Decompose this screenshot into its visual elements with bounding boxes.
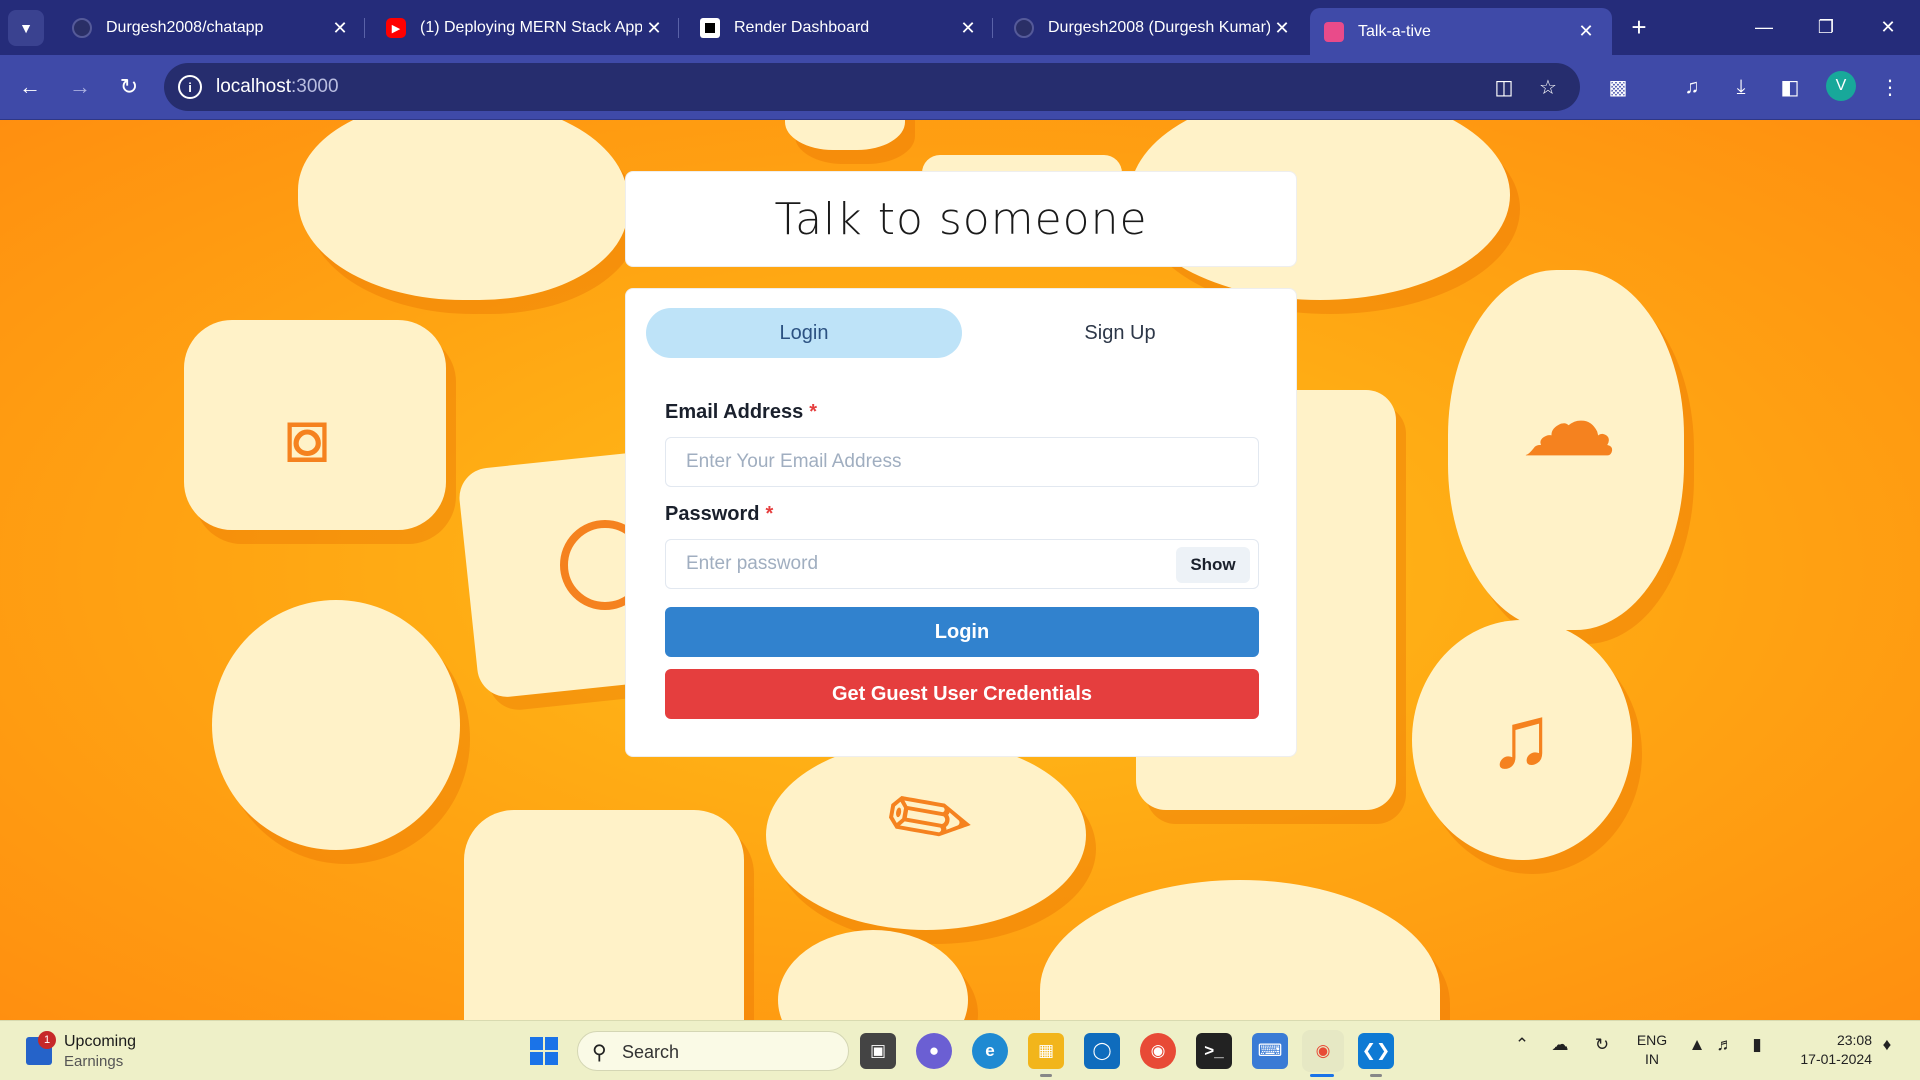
render-icon xyxy=(700,18,720,38)
windows-start-icon[interactable] xyxy=(526,1033,562,1069)
show-password-button[interactable]: Show xyxy=(1176,547,1250,583)
chat-icon xyxy=(1324,21,1344,42)
widgets-button[interactable]: 1 Upcoming Earnings xyxy=(26,1031,176,1073)
tab-label: Durgesh2008/chatapp xyxy=(106,19,264,36)
menu-icon[interactable]: ⋮ xyxy=(1874,71,1906,103)
back-icon[interactable]: ← xyxy=(12,69,48,105)
store-icon[interactable]: ◯ xyxy=(1084,1033,1120,1069)
tab-label: Talk-a-tive xyxy=(1358,22,1431,40)
required-marker: * xyxy=(765,503,774,525)
tab-label: Render Dashboard xyxy=(734,19,870,36)
browser-tab[interactable]: Durgesh2008/chatapp ✕ xyxy=(58,8,366,48)
close-icon[interactable]: ✕ xyxy=(1574,20,1598,44)
decor-bubble xyxy=(1040,880,1440,1020)
decor-bubble xyxy=(778,930,968,1020)
notification-bell-icon[interactable]: ♦ xyxy=(1876,1035,1898,1055)
close-icon[interactable]: ✕ xyxy=(328,16,352,40)
wifi-icon[interactable]: ▲ xyxy=(1686,1035,1708,1055)
password-placeholder: Enter password xyxy=(686,553,819,574)
task-view-icon[interactable]: ▣ xyxy=(860,1033,896,1069)
edge-icon[interactable]: e xyxy=(972,1033,1008,1069)
terminal-icon[interactable]: >_ xyxy=(1196,1033,1232,1069)
auth-form-card: Login Sign Up Email Address * Enter Your … xyxy=(625,288,1297,757)
battery-icon[interactable]: ▮ xyxy=(1744,1035,1770,1055)
auth-tabs: Login Sign Up xyxy=(646,308,1278,358)
taskbar: 1 Upcoming Earnings ⚲ Search ▣ ● e ▦ ◯ ◉… xyxy=(0,1020,1920,1080)
chevron-up-icon[interactable]: ⌃ xyxy=(1512,1035,1532,1055)
side-panel-icon[interactable]: ◧ xyxy=(1774,71,1806,103)
file-explorer-icon[interactable]: ▦ xyxy=(1028,1033,1064,1069)
install-app-icon[interactable]: ◫ xyxy=(1490,73,1518,101)
chrome-icon[interactable]: ◉ xyxy=(1140,1033,1176,1069)
language-indicator[interactable]: ENG IN xyxy=(1632,1031,1672,1069)
share-icon: ⧇ xyxy=(282,393,332,479)
url-text[interactable]: localhost:3000 xyxy=(216,76,339,98)
search-icon: ⚲ xyxy=(592,1042,607,1064)
widget-subtitle: Earnings xyxy=(64,1053,124,1070)
extensions-icon[interactable]: ▩ xyxy=(1602,71,1634,103)
page-title: Talk to someone xyxy=(774,193,1148,245)
browser-tab-active[interactable]: Talk-a-tive ✕ xyxy=(1310,8,1612,55)
music-note-icon: ♫ xyxy=(1488,687,1554,786)
guest-credentials-button[interactable]: Get Guest User Credentials xyxy=(665,669,1259,719)
youtube-icon: ▶ xyxy=(386,18,406,38)
email-field[interactable]: Enter Your Email Address xyxy=(665,437,1259,487)
login-button[interactable]: Login xyxy=(665,607,1259,657)
decor-bubble xyxy=(298,120,628,300)
browser-tab[interactable]: ▶ (1) Deploying MERN Stack App t ✕ xyxy=(372,8,680,48)
address-bar[interactable]: i localhost:3000 ◫ ☆ xyxy=(164,63,1580,111)
minimize-icon[interactable]: — xyxy=(1734,0,1794,55)
widget-title: Upcoming xyxy=(64,1033,137,1050)
required-marker: * xyxy=(809,401,817,423)
search-placeholder: Search xyxy=(622,1042,680,1062)
window-close-icon[interactable]: ✕ xyxy=(1858,0,1918,55)
chevron-down-icon: ▼ xyxy=(19,20,33,36)
reload-icon[interactable]: ↻ xyxy=(111,69,147,105)
browser-tab[interactable]: Render Dashboard ✕ xyxy=(686,8,994,48)
tab-label: (1) Deploying MERN Stack App t xyxy=(420,19,642,36)
volume-icon[interactable]: ♬ xyxy=(1714,1035,1736,1055)
email-label: Email Address * xyxy=(665,401,817,423)
media-control-icon[interactable]: ♫ xyxy=(1676,71,1708,103)
close-icon[interactable]: ✕ xyxy=(956,16,980,40)
decor-bubble xyxy=(785,120,905,150)
tab-signup[interactable]: Sign Up xyxy=(962,308,1278,358)
notification-badge: 1 xyxy=(38,1031,56,1049)
cloud-icon: ☁ xyxy=(1521,369,1617,476)
keyboard-app-icon[interactable]: ⌨ xyxy=(1252,1033,1288,1069)
forward-icon[interactable]: → xyxy=(62,69,98,105)
restore-icon[interactable]: ❐ xyxy=(1796,0,1856,55)
close-icon[interactable]: ✕ xyxy=(1270,16,1294,40)
tab-strip: ▼ Durgesh2008/chatapp ✕ ▶ (1) Deploying … xyxy=(0,0,1920,55)
tab-search-button[interactable]: ▼ xyxy=(8,10,44,46)
site-info-icon[interactable]: i xyxy=(178,75,202,99)
sync-icon[interactable]: ↻ xyxy=(1590,1035,1614,1055)
vscode-icon[interactable]: ❮❯ xyxy=(1358,1033,1394,1069)
email-placeholder: Enter Your Email Address xyxy=(686,451,902,472)
tab-label: Durgesh2008 (Durgesh Kumar) xyxy=(1048,19,1270,36)
app-title-box: Talk to someone xyxy=(625,171,1297,267)
browser-toolbar: ← → ↻ i localhost:3000 ◫ ☆ ▩ ♫ ⤓ ◧ V ⋮ xyxy=(0,55,1920,120)
onedrive-icon[interactable]: ☁ xyxy=(1548,1035,1572,1055)
decor-bubble xyxy=(212,600,460,850)
close-icon[interactable]: ✕ xyxy=(642,16,666,40)
password-field[interactable]: Enter password Show xyxy=(665,539,1259,589)
github-icon xyxy=(72,18,92,38)
clock[interactable]: 23:08 17-01-2024 xyxy=(1782,1031,1872,1069)
browser-tab[interactable]: Durgesh2008 (Durgesh Kumar) ✕ xyxy=(1000,8,1308,48)
bookmark-star-icon[interactable]: ☆ xyxy=(1534,73,1562,101)
profile-avatar[interactable]: V xyxy=(1826,71,1856,101)
password-label: Password * xyxy=(665,503,774,525)
decor-bubble xyxy=(464,810,744,1020)
tab-login[interactable]: Login xyxy=(646,308,962,358)
chat-app-icon[interactable]: ● xyxy=(916,1033,952,1069)
new-tab-button[interactable]: + xyxy=(1624,12,1654,42)
chrome-active-icon[interactable]: ◉ xyxy=(1302,1030,1344,1072)
download-icon[interactable]: ⤓ xyxy=(1725,71,1757,103)
taskbar-search[interactable]: ⚲ Search xyxy=(577,1031,849,1071)
github-icon xyxy=(1014,18,1034,38)
